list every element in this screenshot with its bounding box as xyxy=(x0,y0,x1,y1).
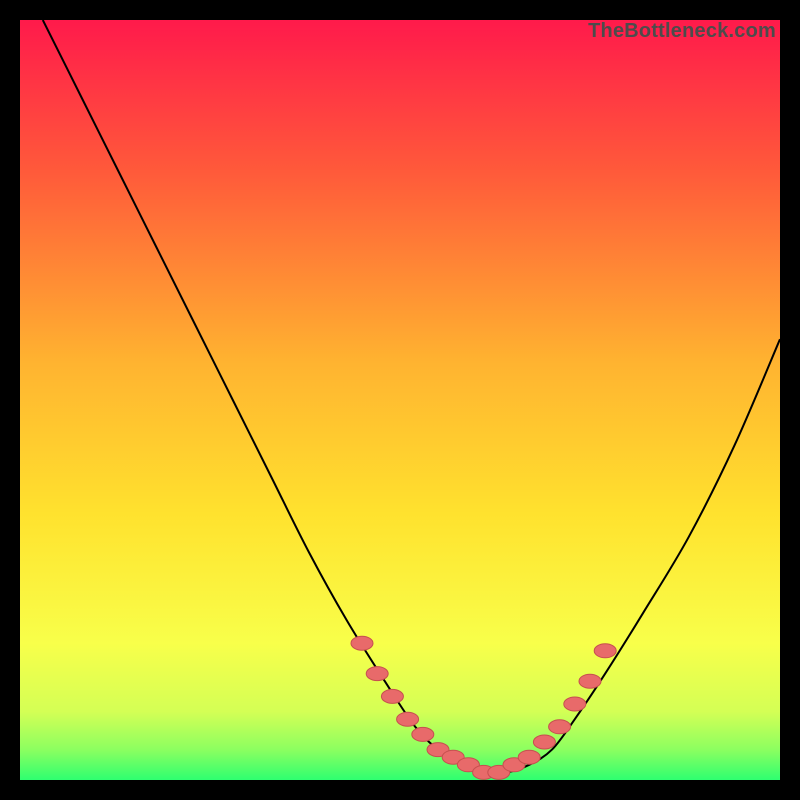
plot-area: TheBottleneck.com xyxy=(20,20,780,780)
marker-point xyxy=(397,712,419,726)
bottleneck-curve-path xyxy=(43,20,780,773)
marker-point xyxy=(381,689,403,703)
watermark-text: TheBottleneck.com xyxy=(588,20,776,43)
marker-point xyxy=(594,644,616,658)
marker-point xyxy=(579,674,601,688)
marker-point xyxy=(351,636,373,650)
marker-point xyxy=(533,735,555,749)
chart-frame: TheBottleneck.com xyxy=(0,0,800,800)
marker-point xyxy=(549,720,571,734)
chart-svg xyxy=(20,20,780,780)
marker-group xyxy=(351,636,616,779)
marker-point xyxy=(564,697,586,711)
marker-point xyxy=(366,667,388,681)
marker-point xyxy=(412,727,434,741)
marker-point xyxy=(518,750,540,764)
